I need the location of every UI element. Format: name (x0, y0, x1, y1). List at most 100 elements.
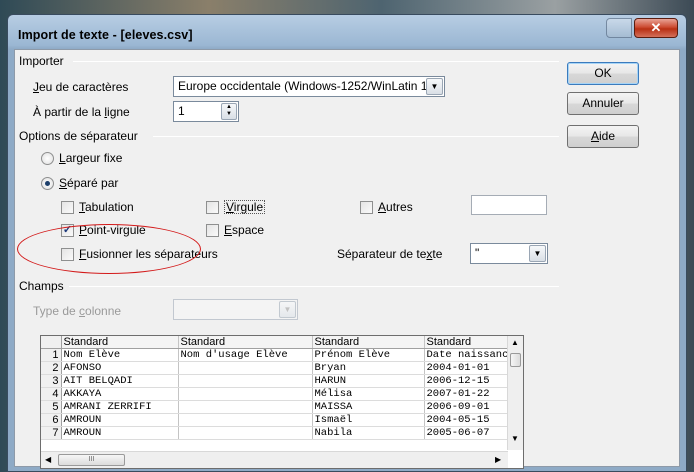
table-cell (178, 413, 313, 427)
horizontal-scroll-thumb[interactable]: III (58, 454, 125, 466)
table-cell: Mélisa (312, 387, 425, 401)
comma-label[interactable]: Virgule (224, 200, 266, 214)
from-line-label: À partir de la ligne (33, 105, 130, 119)
from-line-spinner[interactable]: 1 ▲ ▼ (173, 101, 239, 122)
table-row: 4 AKKAYA Mélisa 2007-01-22 (41, 387, 512, 401)
table-cell: 2006-09-01 (424, 400, 512, 414)
table-cell: Nom d'usage Elève (178, 348, 313, 362)
text-delimiter-select[interactable]: " ▼ (470, 243, 548, 264)
table-row: 6 AMROUN Ismaël 2004-05-15 (41, 413, 512, 427)
horizontal-scrollbar[interactable]: ◀ III ▶ (41, 451, 508, 468)
table-cell: Nom Elève (61, 348, 179, 362)
corner-cell (41, 336, 62, 349)
fixed-width-radio[interactable] (41, 152, 54, 165)
table-cell: 2004-05-15 (424, 413, 512, 427)
table-cell (178, 426, 313, 440)
ok-button[interactable]: OK (567, 62, 639, 85)
column-header[interactable]: Standard (61, 336, 179, 349)
table-cell: AFONSO (61, 361, 179, 375)
table-cell (178, 400, 313, 414)
preview-grid[interactable]: Standard Standard Standard Standard 1 Nom… (40, 335, 524, 469)
table-header-row: Standard Standard Standard Standard (41, 336, 512, 349)
column-header[interactable]: Standard (178, 336, 313, 349)
space-label[interactable]: Espace (224, 223, 264, 237)
table-cell: AMROUN (61, 413, 179, 427)
table-cell: 2006-12-15 (424, 374, 512, 388)
close-button[interactable]: ✕ (634, 18, 678, 38)
section-separator-options: Options de séparateur (19, 129, 138, 143)
comma-checkbox[interactable] (206, 201, 219, 214)
table-cell: AIT BELQADI (61, 374, 179, 388)
row-number: 5 (41, 400, 62, 414)
scroll-down-icon[interactable]: ▼ (511, 434, 519, 443)
vertical-scroll-thumb[interactable] (510, 353, 521, 367)
table-cell: Date naissanc (424, 348, 512, 362)
separated-by-radio[interactable] (41, 177, 54, 190)
table-cell: AKKAYA (61, 387, 179, 401)
table-row: 1 Nom Elève Nom d'usage Elève Prénom Elève D… (41, 348, 512, 362)
dialog-client-area: Importer Jeu de caractères Europe occide… (14, 49, 680, 469)
window-title: Import de texte - [eleves.csv] (18, 28, 193, 42)
row-number: 2 (41, 361, 62, 375)
chevron-down-icon[interactable]: ▼ (279, 301, 296, 318)
scroll-left-icon[interactable]: ◀ (45, 455, 51, 464)
column-header[interactable]: Standard (312, 336, 425, 349)
text-delimiter-value: " (475, 246, 480, 260)
table-row: 3 AIT BELQADI HARUN 2006-12-15 (41, 374, 512, 388)
column-type-select[interactable]: ▼ (173, 299, 298, 320)
table-cell (178, 387, 313, 401)
spinner-arrows-icon[interactable]: ▲ ▼ (221, 103, 237, 120)
charset-label: Jeu de caractères (33, 80, 129, 94)
table-cell: Bryan (312, 361, 425, 375)
section-divider (73, 61, 559, 62)
row-number: 1 (41, 348, 62, 362)
table-cell: AMRANI ZERRIFI (61, 400, 179, 414)
import-dialog: Import de texte - [eleves.csv] ✕ Importe… (7, 14, 687, 472)
table-cell: Prénom Elève (312, 348, 425, 362)
close-icon: ✕ (650, 20, 662, 35)
column-type-label: Type de colonne (33, 304, 122, 318)
table-cell: AMROUN (61, 426, 179, 440)
section-divider (153, 136, 559, 137)
tabulation-checkbox[interactable] (61, 201, 74, 214)
cancel-button[interactable]: Annuler (567, 92, 639, 115)
scroll-right-icon[interactable]: ▶ (495, 455, 501, 464)
charset-value: Europe occidentale (Windows-1252/WinLati… (178, 79, 432, 93)
table-row: 5 AMRANI ZERRIFI MAISSA 2006-09-01 (41, 400, 512, 414)
table-row: 7 AMROUN Nabila 2005-06-07 (41, 426, 512, 440)
row-number: 4 (41, 387, 62, 401)
space-checkbox[interactable] (206, 224, 219, 237)
separated-by-label[interactable]: Séparé par (59, 176, 118, 190)
table-cell: Nabila (312, 426, 425, 440)
table-cell (178, 361, 313, 375)
table-cell: 2005-06-07 (424, 426, 512, 440)
vertical-scrollbar[interactable]: ▲ ▼ (507, 336, 523, 450)
table-cell: HARUN (312, 374, 425, 388)
row-number: 3 (41, 374, 62, 388)
help-button[interactable]: Aide (567, 125, 639, 148)
other-checkbox[interactable] (360, 201, 373, 214)
red-annotation-oval (17, 224, 201, 274)
from-line-value: 1 (178, 104, 185, 118)
preview-table: Standard Standard Standard Standard 1 Nom… (41, 336, 512, 440)
column-header[interactable]: Standard (424, 336, 512, 349)
scroll-up-icon[interactable]: ▲ (511, 338, 519, 347)
title-bar[interactable]: Import de texte - [eleves.csv] ✕ (14, 15, 680, 49)
section-divider (69, 286, 559, 287)
table-cell (178, 374, 313, 388)
tabulation-label[interactable]: Tabulation (79, 200, 134, 214)
other-separator-input[interactable] (471, 195, 547, 215)
text-delimiter-label: Séparateur de texte (337, 247, 443, 261)
table-cell: MAISSA (312, 400, 425, 414)
table-row: 2 AFONSO Bryan 2004-01-01 (41, 361, 512, 375)
minimize-button[interactable] (606, 18, 632, 38)
other-label[interactable]: Autres (378, 200, 413, 214)
charset-select[interactable]: Europe occidentale (Windows-1252/WinLati… (173, 76, 445, 97)
section-fields: Champs (19, 279, 64, 293)
table-cell: 2007-01-22 (424, 387, 512, 401)
fixed-width-label[interactable]: Largeur fixe (59, 151, 122, 165)
chevron-down-icon[interactable]: ▼ (529, 245, 546, 262)
chevron-down-icon[interactable]: ▼ (426, 78, 443, 95)
table-cell: 2004-01-01 (424, 361, 512, 375)
row-number: 7 (41, 426, 62, 440)
